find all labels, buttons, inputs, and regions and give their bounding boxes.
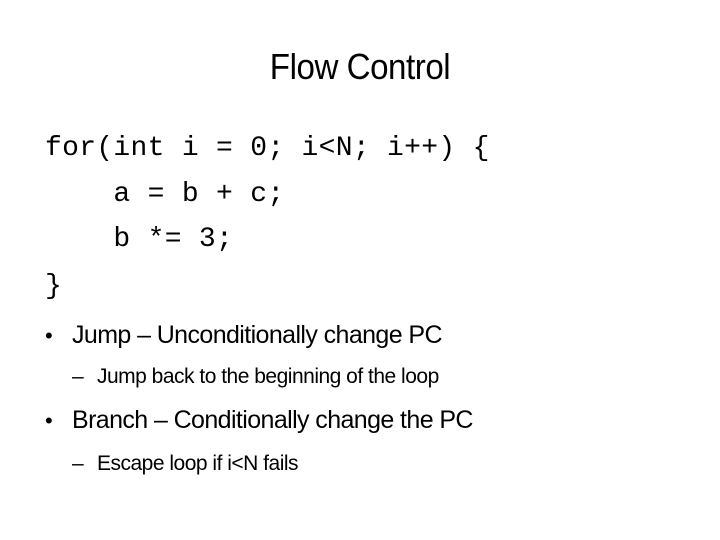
bullet-dot-icon: • (45, 323, 53, 348)
slide: Flow Control for(int i = 0; i<N; i++) { … (0, 0, 720, 540)
sub-bullet-branch: – Escape loop if i<N fails (72, 449, 299, 479)
dash-icon: – (72, 452, 84, 475)
code-line-assign: a = b + c; (45, 179, 285, 210)
sub-bullet-text: Jump back to the beginning of the loop (97, 365, 439, 388)
sub-bullet-jump: – Jump back to the beginning of the loop (72, 362, 439, 392)
bullet-dot-icon: • (45, 408, 53, 433)
bullet-text: Jump – Unconditionally change PC (72, 321, 443, 349)
dash-icon: – (72, 365, 84, 388)
slide-title: Flow Control (269, 46, 451, 87)
code-line-multiply: b *= 3; (45, 224, 234, 255)
code-line-for-header: for(int i = 0; i<N; i++) { (45, 133, 490, 164)
bullet-jump: • Jump – Unconditionally change PC (45, 318, 443, 353)
bullet-branch: • Branch – Conditionally change the PC (45, 403, 473, 438)
bullet-text: Branch – Conditionally change the PC (72, 406, 473, 434)
code-line-close-brace: } (45, 271, 63, 302)
sub-bullet-text: Escape loop if i<N fails (97, 452, 299, 475)
